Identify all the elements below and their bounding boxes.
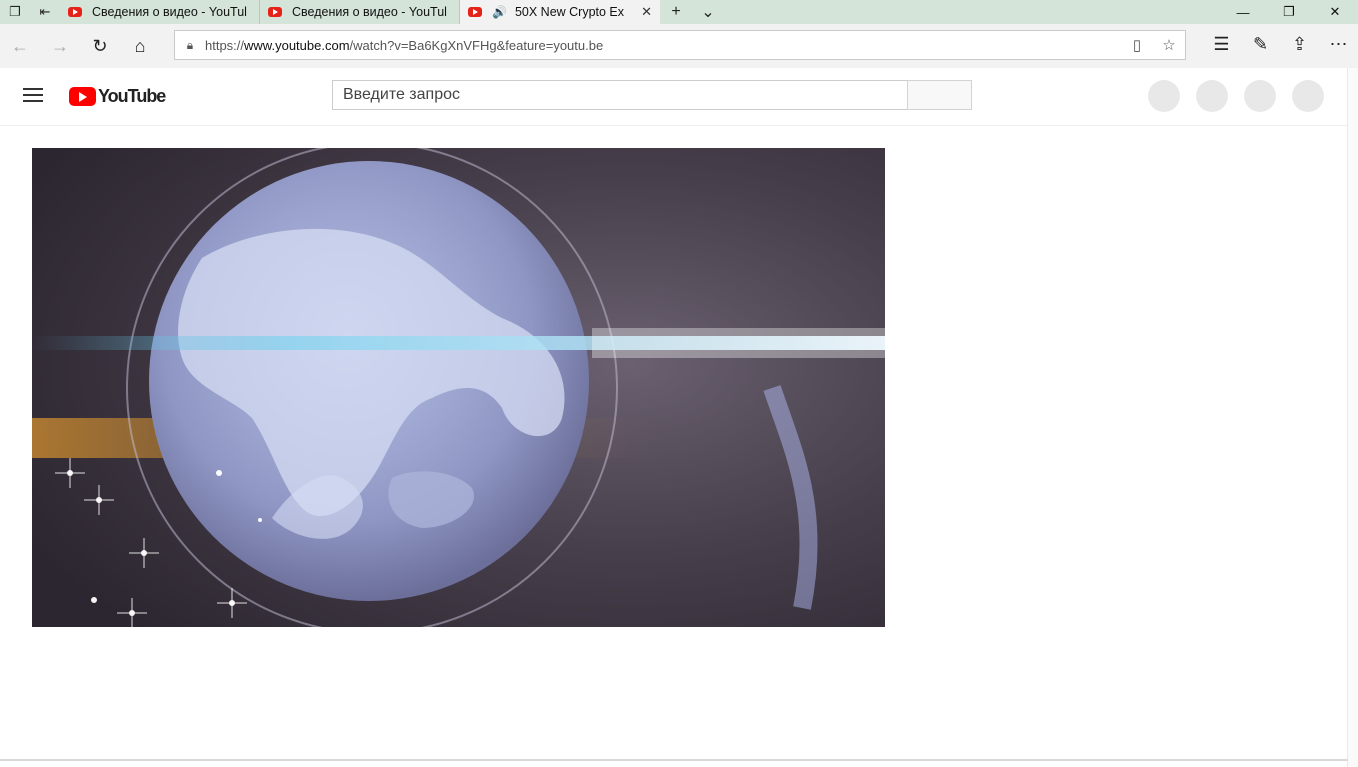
search-box [332, 80, 908, 110]
youtube-header: YouTube [0, 68, 1348, 126]
url-scheme: https:// [205, 37, 245, 53]
tab-title: 50X New Crypto Ex [514, 5, 625, 19]
header-actions [1132, 80, 1324, 112]
home-button[interactable]: ⌂ [120, 26, 160, 66]
lock-icon[interactable]: 🔒︎ [175, 38, 205, 53]
forward-button[interactable]: → [40, 26, 80, 66]
navigation-bar: ← → ↻ ⌂ 🔒︎ https://www.youtube.com/watch… [0, 24, 1358, 68]
refresh-button[interactable]: ↻ [80, 26, 120, 66]
tab-title: Сведения о видео - YouTul [292, 5, 447, 19]
youtube-play-icon [69, 87, 96, 106]
page-bottom-divider [0, 759, 1348, 761]
tab-video-details-2[interactable]: Сведения о видео - YouTul [260, 0, 460, 24]
browser-toolbar-right: ☰ ✎ ⇪ ⋯ [1202, 24, 1358, 68]
search-button[interactable] [907, 80, 972, 110]
address-bar[interactable]: 🔒︎ https://www.youtube.com/watch?v=Ba6Kg… [174, 30, 1186, 60]
new-tab-button[interactable]: + [660, 0, 692, 24]
youtube-favicon-icon [68, 7, 82, 17]
hamburger-menu-icon[interactable] [23, 88, 43, 102]
youtube-favicon-icon [468, 7, 482, 17]
tab-strip: ❐ ⇤ Сведения о видео - YouTul Сведения о… [0, 0, 1358, 24]
favorite-star-icon[interactable]: ☆ [1153, 36, 1185, 54]
video-player[interactable] [32, 148, 885, 627]
restore-button[interactable]: ❐ [1266, 0, 1312, 24]
web-note-pen-icon[interactable]: ✎ [1241, 24, 1280, 64]
url-path: /watch?v=Ba6KgXnVFHg&feature=youtu.be [349, 37, 604, 53]
tab-crypto-video[interactable]: 🔊 50X New Crypto Ex ✕ [460, 0, 660, 24]
header-action-placeholder[interactable] [1196, 80, 1228, 112]
url-text[interactable]: https://www.youtube.com/watch?v=Ba6KgXnV… [205, 38, 1121, 53]
share-icon[interactable]: ⇪ [1280, 24, 1319, 64]
youtube-logo-text: YouTube [98, 86, 166, 106]
url-host: www.youtube.com [244, 37, 350, 53]
tab-list-chevron-down-icon[interactable]: ⌄ [692, 0, 724, 24]
close-tab-icon[interactable]: ✕ [641, 4, 652, 20]
close-window-button[interactable]: ✕ [1312, 0, 1358, 24]
reading-view-icon[interactable]: ▯ [1121, 36, 1153, 54]
youtube-logo[interactable]: YouTube [69, 86, 166, 107]
globe-video-frame [32, 148, 885, 627]
minimize-button[interactable]: — [1220, 0, 1266, 24]
set-aside-tabs-icon[interactable]: ⇤ [30, 0, 60, 24]
tab-title: Сведения о видео - YouTul [92, 5, 247, 19]
search-input[interactable] [333, 81, 907, 109]
header-action-placeholder[interactable] [1292, 80, 1324, 112]
favorites-hub-icon[interactable]: ☰ [1202, 24, 1241, 64]
back-button[interactable]: ← [0, 26, 40, 66]
youtube-favicon-icon [268, 7, 282, 17]
window-controls: — ❐ ✕ [1220, 0, 1358, 24]
audio-playing-icon[interactable]: 🔊 [492, 5, 507, 19]
page-scrollbar[interactable] [1347, 68, 1358, 767]
more-menu-icon[interactable]: ⋯ [1319, 24, 1358, 64]
header-action-placeholder[interactable] [1148, 80, 1180, 112]
tab-video-details-1[interactable]: Сведения о видео - YouTul [60, 0, 260, 24]
header-action-placeholder[interactable] [1244, 80, 1276, 112]
tab-manager-icon[interactable]: ❐ [0, 0, 30, 24]
